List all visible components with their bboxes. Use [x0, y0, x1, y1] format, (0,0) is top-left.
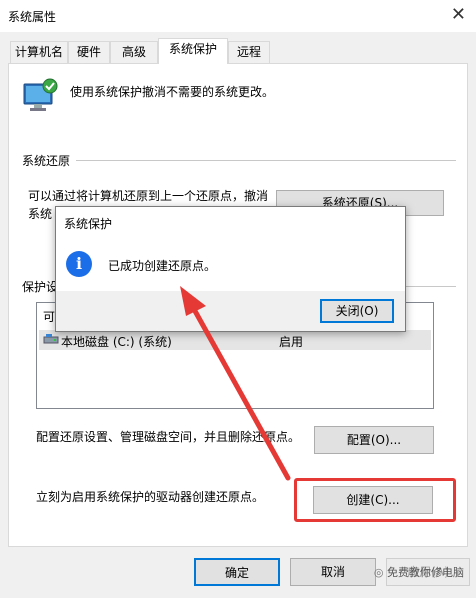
dialog-title: 系统保护 [64, 217, 113, 231]
window-title: 系统属性 [8, 10, 57, 24]
cancel-button[interactable]: 取消 [290, 558, 376, 586]
ok-button[interactable]: 确定 [194, 558, 280, 586]
intro-text: 使用系统保护撤消不需要的系统更改。 [70, 85, 275, 99]
highlight-box [294, 478, 456, 522]
protection-heading: 保护设 [22, 280, 59, 294]
tab-hardware[interactable]: 硬件 [68, 41, 110, 63]
restore-heading: 系统还原 [22, 154, 71, 168]
column-header-drive[interactable]: 可 [43, 308, 55, 325]
wechat-icon: ◎ [373, 566, 387, 579]
dialog-title-bar: 系统保护 [56, 207, 405, 237]
info-icon: i [66, 251, 92, 277]
title-bar: 系统属性 ✕ [0, 0, 476, 32]
tab-computer-name[interactable]: 计算机名 [10, 41, 68, 63]
dialog-message: 已成功创建还原点。 [108, 259, 217, 273]
tab-remote[interactable]: 远程 [228, 41, 270, 63]
drive-icon [43, 333, 59, 345]
dialog-close-button[interactable]: 关闭(O) [320, 299, 394, 323]
computer-shield-icon [22, 78, 60, 114]
watermark: ◎ 免费教你修电脑 [374, 564, 464, 580]
watermark-text: 免费教你修电脑 [387, 566, 464, 579]
tab-system-protection[interactable]: 系统保护 [158, 38, 228, 64]
restore-text-line1: 可以通过将计算机还原到上一个还原点，撤消 [28, 189, 269, 203]
create-text: 立刻为启用系统保护的驱动器创建还原点。 [36, 490, 265, 504]
restore-text-line2: 系统 [28, 207, 53, 221]
tab-advanced[interactable]: 高级 [110, 41, 158, 63]
close-icon[interactable]: ✕ [451, 4, 466, 25]
drive-name: 本地磁盘 (C:) (系统) [61, 335, 172, 349]
restore-divider [76, 160, 456, 161]
configure-button[interactable]: 配置(O)... [314, 426, 434, 454]
pointer-arrow-icon [180, 286, 291, 481]
